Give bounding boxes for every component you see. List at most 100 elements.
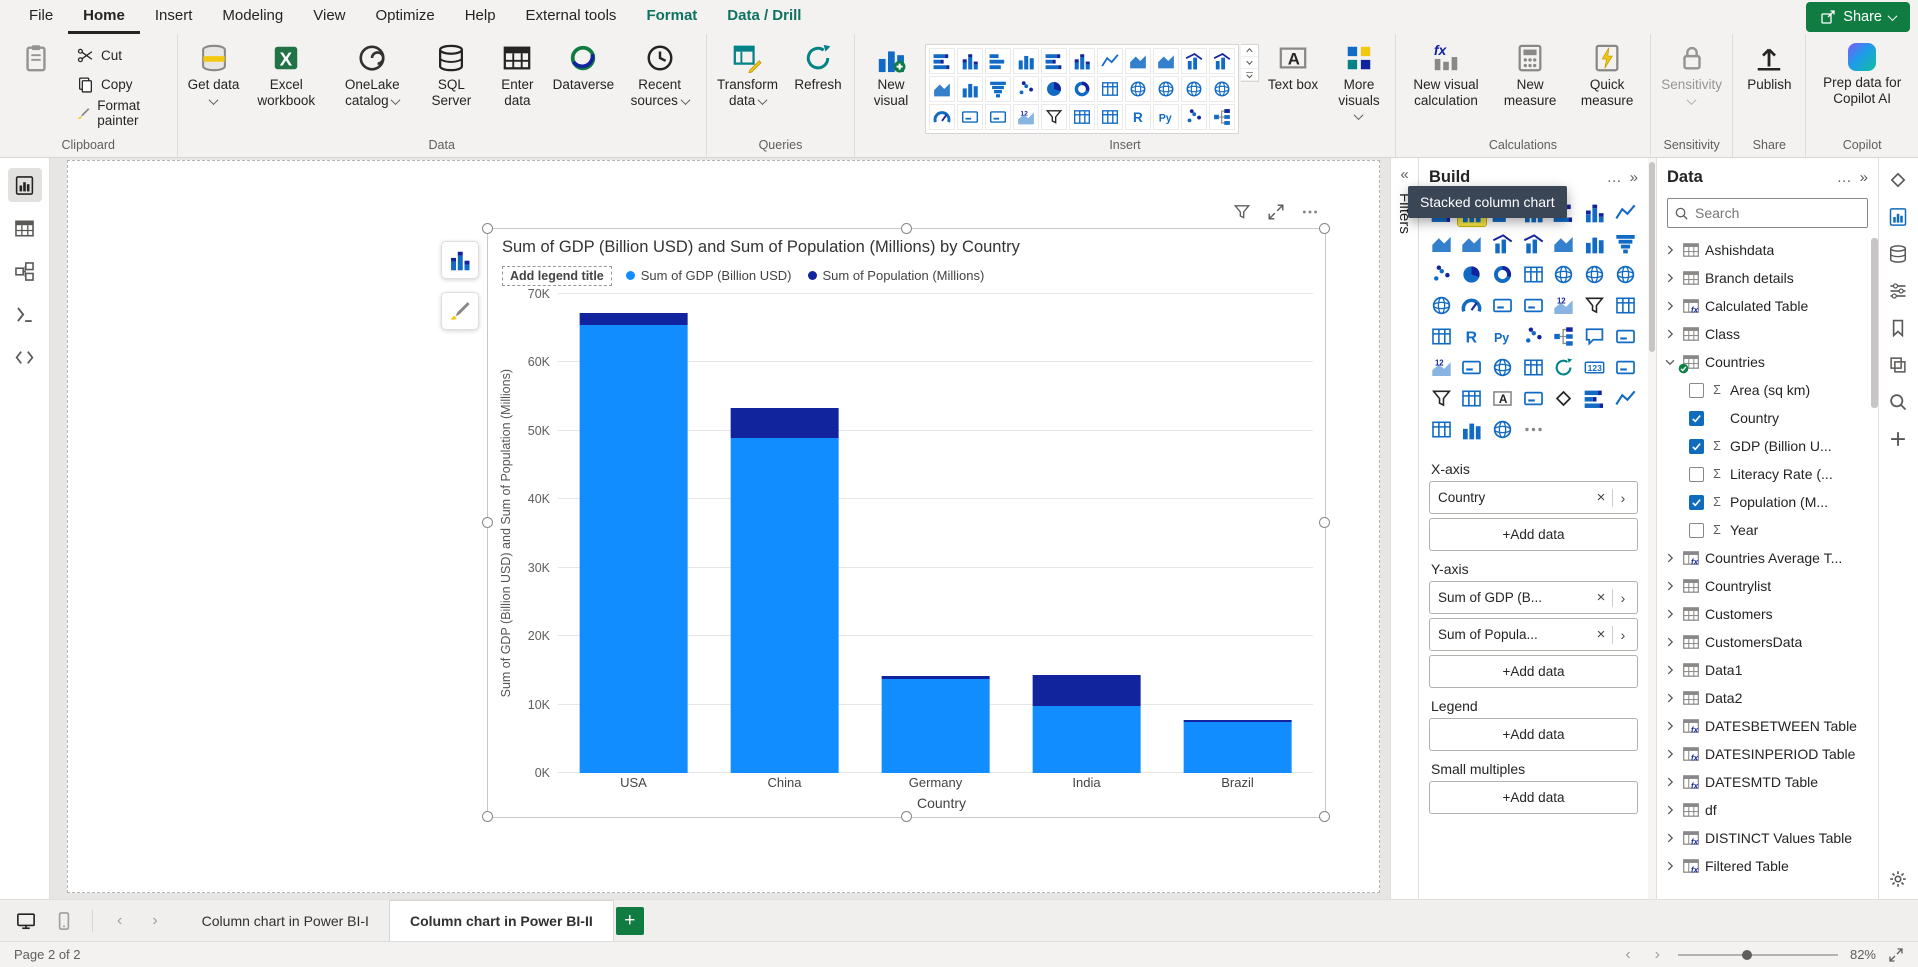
table-row-data2[interactable]: Data2 xyxy=(1657,684,1878,712)
python-visual-icon[interactable]: Py xyxy=(1153,104,1179,130)
menu-tab-optimize[interactable]: Optimize xyxy=(361,0,450,34)
shape-map-icon[interactable] xyxy=(1181,76,1207,102)
zoom-slider[interactable] xyxy=(1678,954,1838,956)
fit-to-page-icon[interactable] xyxy=(1888,947,1904,963)
list-slicer-icon[interactable] xyxy=(1458,384,1486,412)
search-input[interactable] xyxy=(1695,205,1861,221)
menu-tab-help[interactable]: Help xyxy=(450,0,511,34)
focus-mode-icon[interactable] xyxy=(1267,203,1285,221)
filled-map-icon[interactable] xyxy=(1581,260,1609,288)
web-layout-icon[interactable] xyxy=(16,911,36,931)
card-icon[interactable] xyxy=(957,104,983,130)
chevron-icon[interactable] xyxy=(1663,831,1677,845)
chevron-icon[interactable] xyxy=(1663,607,1677,621)
bar-brazil[interactable] xyxy=(1162,294,1313,773)
menu-tab-home[interactable]: Home xyxy=(68,0,140,34)
field-row-literacy-rate[interactable]: ΣLiteracy Rate (... xyxy=(1657,460,1878,488)
line-and-stacked-column-chart-icon[interactable] xyxy=(1181,48,1207,74)
previous-page-icon[interactable]: ‹ xyxy=(111,912,128,930)
table-row-distinct-values-table[interactable]: fxDISTINCT Values Table xyxy=(1657,824,1878,852)
donut-chart-icon[interactable] xyxy=(1488,260,1516,288)
get-data-button[interactable]: Get data xyxy=(182,36,246,110)
table-row-df[interactable]: df xyxy=(1657,796,1878,824)
zoom-in-icon[interactable]: › xyxy=(1649,946,1666,964)
zoom-out-icon[interactable]: ‹ xyxy=(1619,946,1636,964)
table-view-icon[interactable] xyxy=(8,211,42,245)
publish-button[interactable]: Publish xyxy=(1737,36,1801,95)
gauge-icon[interactable] xyxy=(929,104,955,130)
azure-map-icon[interactable] xyxy=(1209,76,1235,102)
table-row-filtered-table[interactable]: fxFiltered Table xyxy=(1657,852,1878,880)
selection-handle[interactable] xyxy=(901,811,912,822)
population-segment[interactable] xyxy=(1032,675,1141,706)
gdp-segment[interactable] xyxy=(1183,722,1292,773)
line-and-clustered-column-chart-icon[interactable] xyxy=(1519,229,1547,257)
expand-field-icon[interactable]: › xyxy=(1613,590,1633,606)
menu-tab-insert[interactable]: Insert xyxy=(140,0,208,34)
key-influencers-icon[interactable] xyxy=(1181,104,1207,130)
map-icon[interactable] xyxy=(1125,76,1151,102)
new-visual-button[interactable]: New visual xyxy=(859,36,923,110)
model-view-icon[interactable] xyxy=(8,254,42,288)
onelake-catalog-button[interactable]: OneLake catalog xyxy=(327,36,417,110)
decomposition-tree-icon[interactable] xyxy=(1550,322,1578,350)
build-visual-button[interactable] xyxy=(441,241,479,279)
add-pane-icon[interactable] xyxy=(1888,429,1910,451)
legend-item[interactable]: Sum of Population (Millions) xyxy=(808,268,985,283)
table-row-datesmtd-table[interactable]: fxDATESMTD Table xyxy=(1657,768,1878,796)
gdp-segment[interactable] xyxy=(1032,706,1141,773)
new-visual-calculation-button[interactable]: fxNew visual calculation xyxy=(1400,36,1492,110)
report-canvas[interactable]: Sum of GDP (Billion USD) and Sum of Popu… xyxy=(50,158,1390,899)
data-pane-icon[interactable] xyxy=(1888,244,1910,266)
arcgis-map-icon[interactable] xyxy=(1488,353,1516,381)
table-row-countries[interactable]: Countries xyxy=(1657,348,1878,376)
stacked-area-chart-icon[interactable] xyxy=(1458,229,1486,257)
refresh-button[interactable]: Refresh xyxy=(786,36,850,95)
gauge-icon[interactable] xyxy=(1458,291,1486,319)
bar-germany[interactable] xyxy=(860,294,1011,773)
visual-filter-icon[interactable] xyxy=(1233,203,1251,221)
selection-handle[interactable] xyxy=(1319,811,1330,822)
stacked-area-chart-icon[interactable] xyxy=(1153,48,1179,74)
line-and-stacked-column-chart-icon[interactable] xyxy=(1488,229,1516,257)
build-pane-icon[interactable] xyxy=(1888,207,1910,229)
qa-visual-icon[interactable] xyxy=(1581,322,1609,350)
chevron-icon[interactable] xyxy=(1663,859,1677,873)
population-segment[interactable] xyxy=(730,408,839,438)
selection-handle[interactable] xyxy=(901,223,912,234)
menu-tab-external-tools[interactable]: External tools xyxy=(511,0,632,34)
table-row-customers[interactable]: Customers xyxy=(1657,600,1878,628)
stacked-bar-chart-icon[interactable] xyxy=(929,48,955,74)
metrics-icon[interactable]: 12 xyxy=(1427,353,1455,381)
data-more-options-icon[interactable]: … xyxy=(1837,169,1852,186)
menu-tab-view[interactable]: View xyxy=(298,0,360,34)
mobile-layout-icon[interactable] xyxy=(54,911,74,931)
funnel-chart-icon[interactable] xyxy=(1611,229,1639,257)
chevron-icon[interactable] xyxy=(1663,803,1677,817)
menu-tab-file[interactable]: File xyxy=(14,0,68,34)
prep-data-copilot-button[interactable]: Prep data for Copilot AI xyxy=(1810,36,1914,108)
chevron-icon[interactable] xyxy=(1663,775,1677,789)
field-checkbox[interactable] xyxy=(1689,523,1704,538)
stacked-column-chart-visual[interactable]: Sum of GDP (Billion USD) and Sum of Popu… xyxy=(487,228,1326,818)
gallery-scroll-up-icon[interactable] xyxy=(1241,45,1258,57)
new-card-icon[interactable] xyxy=(1611,353,1639,381)
table-row-branch-details[interactable]: Branch details xyxy=(1657,264,1878,292)
pie-chart-icon[interactable] xyxy=(1041,76,1067,102)
data-collapse-icon[interactable]: » xyxy=(1860,169,1868,186)
100-stacked-column-chart-icon[interactable] xyxy=(1581,198,1609,226)
scatter-chart-icon[interactable] xyxy=(1427,260,1455,288)
chevron-icon[interactable] xyxy=(1663,663,1677,677)
search-box[interactable] xyxy=(1667,198,1868,228)
dax-query-view-icon[interactable] xyxy=(8,297,42,331)
clustered-column-chart-icon[interactable] xyxy=(1013,48,1039,74)
field-pill-sum-of-popula[interactable]: Sum of Popula...×› xyxy=(1429,618,1638,651)
pie-chart-icon[interactable] xyxy=(1458,260,1486,288)
line-and-clustered-column-chart-icon[interactable] xyxy=(1209,48,1235,74)
table-row-datesbetween-table[interactable]: fxDATESBETWEEN Table xyxy=(1657,712,1878,740)
paste-button[interactable] xyxy=(4,36,68,75)
matrix-icon[interactable] xyxy=(1097,104,1123,130)
gdp-segment[interactable] xyxy=(881,679,990,773)
share-button[interactable]: Share xyxy=(1806,2,1910,32)
table-icon[interactable] xyxy=(1611,291,1639,319)
